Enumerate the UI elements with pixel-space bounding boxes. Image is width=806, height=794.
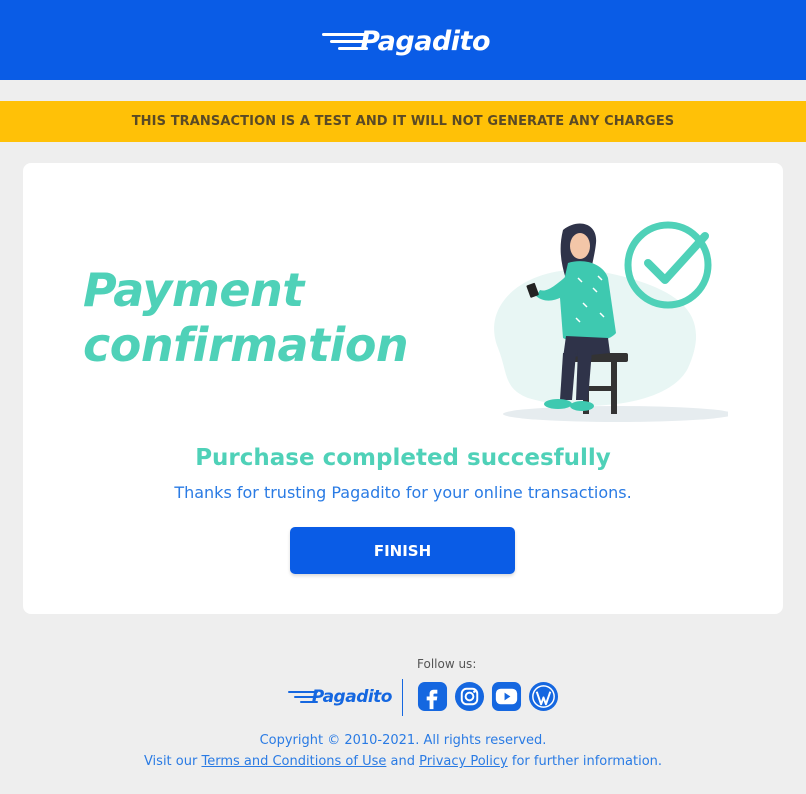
- visit-prefix: Visit our: [143, 754, 198, 769]
- pagadito-logo: Pagadito: [320, 20, 490, 62]
- terms-link[interactable]: Terms and Conditions of Use: [201, 754, 386, 769]
- footer-logo-speed-lines: [287, 687, 318, 707]
- follow-us-label: Follow us:: [417, 657, 477, 671]
- banner-text: THIS TRANSACTION IS A TEST AND IT WILL N…: [131, 114, 675, 129]
- social-links: [417, 681, 559, 712]
- footer-logo-text: Pagadito: [311, 687, 393, 707]
- youtube-icon[interactable]: [491, 681, 522, 712]
- facebook-icon[interactable]: [417, 681, 448, 712]
- top-bar: Pagadito: [0, 0, 806, 80]
- instagram-icon[interactable]: [454, 681, 485, 712]
- woman-on-stool-illustration: [494, 221, 728, 422]
- further-info-text: for further information.: [511, 754, 663, 769]
- privacy-policy-link[interactable]: Privacy Policy: [419, 754, 508, 769]
- test-transaction-banner: THIS TRANSACTION IS A TEST AND IT WILL N…: [0, 101, 806, 142]
- success-heading: Purchase completed succesfully: [195, 445, 611, 471]
- thanks-message: Thanks for trusting Pagadito for your on…: [174, 483, 632, 502]
- and-text: and: [390, 754, 415, 769]
- page-title: Payment confirmation: [83, 263, 409, 372]
- footer-pagadito-logo[interactable]: Pagadito: [287, 683, 393, 711]
- legal-line: Visit our Terms and Conditions of Use an…: [0, 754, 806, 769]
- finish-button[interactable]: FINISH: [290, 527, 515, 574]
- footer-divider: [402, 679, 403, 716]
- logo-speed-lines: [320, 26, 369, 56]
- wordpress-icon[interactable]: [528, 681, 559, 712]
- copyright-text: Copyright © 2010-2021. All rights reserv…: [259, 733, 547, 748]
- confirmation-card: Payment confirmation Purchase completed …: [23, 163, 783, 614]
- logo-text: Pagadito: [360, 25, 490, 57]
